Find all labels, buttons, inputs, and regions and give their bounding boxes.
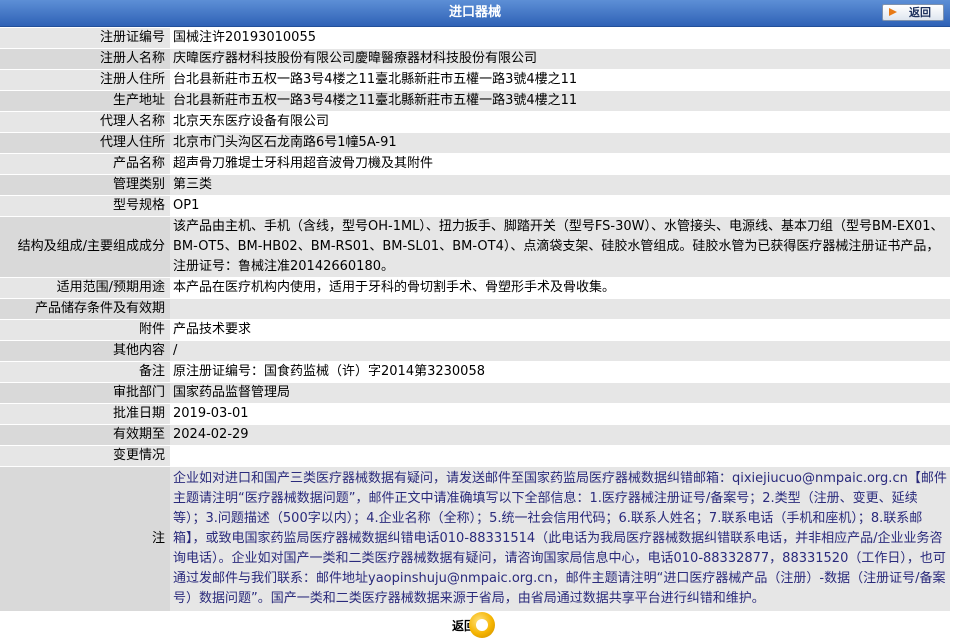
field-value — [170, 445, 950, 467]
table-row: 审批部门 国家药品监督管理局 — [0, 382, 950, 404]
field-label: 变更情况 — [0, 445, 170, 467]
field-label: 注册人住所 — [0, 69, 170, 91]
table-row: 管理类别 第三类 — [0, 174, 950, 196]
table-row-note: 注 企业如对进口和国产三类医疗器械数据有疑问，请发送邮件至国家药监局医疗器械数据… — [0, 466, 950, 612]
note-text: 企业如对进口和国产三类医疗器械数据有疑问，请发送邮件至国家药监局医疗器械数据纠错… — [170, 466, 950, 612]
field-value: 产品技术要求 — [170, 319, 950, 341]
field-label: 审批部门 — [0, 382, 170, 404]
field-value: 庆暐医疗器材科技股份有限公司慶暐醫療器材科技股份有限公司 — [170, 48, 950, 70]
field-value: 原注册证编号：国食药监械（许）字2014第3230058 — [170, 361, 950, 383]
field-label: 附件 — [0, 319, 170, 341]
table-row: 代理人住所 北京市门头沟区石龙南路6号1幢5A-91 — [0, 132, 950, 154]
table-row: 变更情况 — [0, 445, 950, 467]
table-row: 有效期至 2024-02-29 — [0, 424, 950, 446]
table-row: 批准日期 2019-03-01 — [0, 403, 950, 425]
table-row: 产品储存条件及有效期 — [0, 298, 950, 320]
page-title: 进口器械 — [448, 5, 501, 20]
field-label: 备注 — [0, 361, 170, 383]
field-value: 国家药品监督管理局 — [170, 382, 950, 404]
table-row: 适用范围/预期用途 本产品在医疗机构内使用，适用于牙科的骨切割手术、骨塑形手术及… — [0, 277, 950, 299]
field-label: 产品储存条件及有效期 — [0, 298, 170, 320]
page-header: 进口器械 返回 — [0, 0, 950, 27]
field-value: OP1 — [170, 195, 950, 217]
table-row: 注册人名称 庆暐医疗器材科技股份有限公司慶暐醫療器材科技股份有限公司 — [0, 48, 950, 70]
field-value: 北京天东医疗设备有限公司 — [170, 111, 950, 133]
field-label: 有效期至 — [0, 424, 170, 446]
field-value — [170, 298, 950, 320]
field-value: 本产品在医疗机构内使用，适用于牙科的骨切割手术、骨塑形手术及骨收集。 — [170, 277, 950, 299]
field-value: 超声骨刀雅堤士牙科用超音波骨刀機及其附件 — [170, 153, 950, 175]
table-row: 结构及组成/主要组成成分 该产品由主机、手机（含线，型号OH-1ML）、扭力扳手… — [0, 216, 950, 278]
field-label: 注册人名称 — [0, 48, 170, 70]
field-label: 适用范围/预期用途 — [0, 277, 170, 299]
field-label: 产品名称 — [0, 153, 170, 175]
table-row: 附件 产品技术要求 — [0, 319, 950, 341]
table-row: 代理人名称 北京天东医疗设备有限公司 — [0, 111, 950, 133]
back-button-bottom[interactable]: 返回 — [447, 611, 495, 639]
field-label: 其他内容 — [0, 340, 170, 362]
table-row: 产品名称 超声骨刀雅堤士牙科用超音波骨刀機及其附件 — [0, 153, 950, 175]
field-value: 台北县新莊市五权一路3号4楼之11臺北縣新莊市五權一路3號4樓之11 — [170, 90, 950, 112]
table-row: 其他内容 / — [0, 340, 950, 362]
field-value: 该产品由主机、手机（含线，型号OH-1ML）、扭力扳手、脚踏开关（型号FS-30… — [170, 216, 950, 278]
table-row: 生产地址 台北县新莊市五权一路3号4楼之11臺北縣新莊市五權一路3號4樓之11 — [0, 90, 950, 112]
field-value: 北京市门头沟区石龙南路6号1幢5A-91 — [170, 132, 950, 154]
field-label: 生产地址 — [0, 90, 170, 112]
field-label: 结构及组成/主要组成成分 — [0, 216, 170, 278]
back-button-top-label: 返回 — [909, 6, 931, 19]
table-row: 型号规格 OP1 — [0, 195, 950, 217]
field-value: 国械注许20193010055 — [170, 28, 950, 49]
back-button-top[interactable]: 返回 — [882, 4, 944, 21]
table-row: 注册人住所 台北县新莊市五权一路3号4楼之11臺北縣新莊市五權一路3號4樓之11 — [0, 69, 950, 91]
field-value: 2019-03-01 — [170, 403, 950, 425]
field-value: / — [170, 340, 950, 362]
field-label: 型号规格 — [0, 195, 170, 217]
field-label: 批准日期 — [0, 403, 170, 425]
return-ring-icon — [469, 612, 495, 638]
field-value: 2024-02-29 — [170, 424, 950, 446]
field-label: 管理类别 — [0, 174, 170, 196]
arrow-right-icon — [889, 8, 897, 16]
field-value: 第三类 — [170, 174, 950, 196]
table-row: 注册证编号 国械注许20193010055 — [0, 28, 950, 49]
field-value: 台北县新莊市五权一路3号4楼之11臺北縣新莊市五權一路3號4樓之11 — [170, 69, 950, 91]
field-label: 代理人名称 — [0, 111, 170, 133]
table-row: 备注 原注册证编号：国食药监械（许）字2014第3230058 — [0, 361, 950, 383]
note-label: 注 — [0, 466, 170, 612]
detail-table: 注册证编号 国械注许20193010055 注册人名称 庆暐医疗器材科技股份有限… — [0, 28, 950, 612]
field-label: 注册证编号 — [0, 28, 170, 49]
field-label: 代理人住所 — [0, 132, 170, 154]
